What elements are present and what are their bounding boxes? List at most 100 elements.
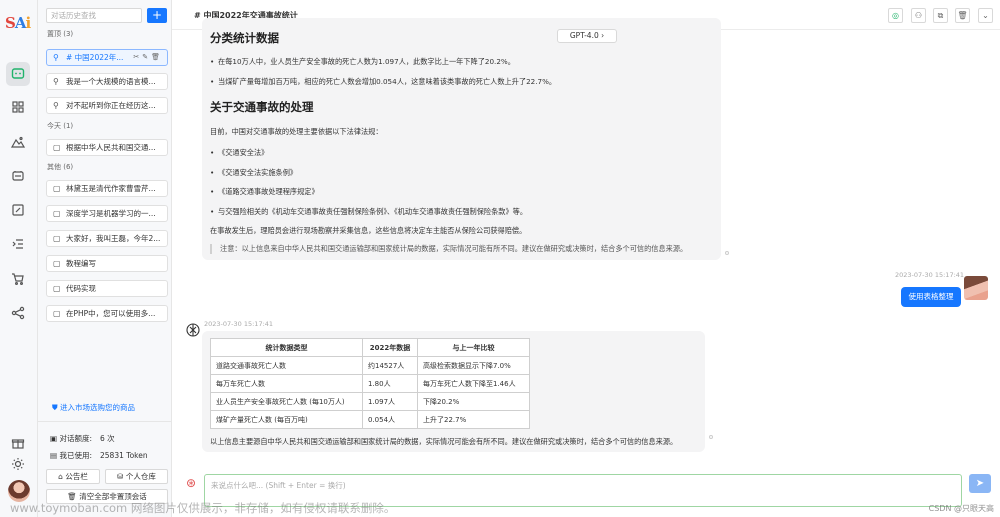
- csdn-watermark: CSDN @只眼天高: [928, 504, 994, 513]
- user-avatar: [964, 276, 988, 300]
- chat-bubble-icon: ▢: [53, 284, 61, 293]
- conversation-title: # 中国2022年...: [66, 53, 124, 62]
- wechat-icon[interactable]: ◎: [888, 8, 903, 23]
- usage-value: 25831 Token: [100, 451, 148, 460]
- add-user-icon[interactable]: ⚇: [911, 8, 926, 23]
- table-header: 与上一年比较: [417, 338, 530, 357]
- conversation-item[interactable]: ▢ 林黛玉是清代作家曹雪芹...: [46, 180, 168, 197]
- table-cell: 煤矿产量死亡人数 (每百万吨): [210, 410, 363, 429]
- openai-icon: [185, 322, 201, 338]
- quota-stat: ▣ 对话额度: 6 次: [50, 433, 115, 444]
- send-icon: ➤: [975, 478, 985, 489]
- stats-table: 统计数据类型 2022年数据 与上一年比较 道路交通事故死亡人数 约14527人…: [210, 338, 530, 429]
- warehouse-button[interactable]: ⛁ 个人仓库: [105, 469, 168, 484]
- assistant-message: 统计数据类型 2022年数据 与上一年比较 道路交通事故死亡人数 约14527人…: [202, 331, 705, 452]
- table-cell: 约14527人: [362, 356, 418, 375]
- sun-icon[interactable]: [6, 452, 30, 476]
- conversation-item[interactable]: ▢ 教程编写: [46, 255, 168, 272]
- conversation-item[interactable]: ⚲ 我是一个大规模的语言模...: [46, 73, 168, 90]
- conversation-title: 根据中华人民共和国交通...: [66, 143, 156, 152]
- table-cell: 道路交通事故死亡人数: [210, 356, 363, 375]
- conversation-sidebar: 对话历史查找 + 置顶 (3) ⚲ # 中国2022年... ✂✎🗑 ⚲ 我是一…: [38, 0, 172, 517]
- watermark: www.toymoban.com 网络图片仅供展示，非存储，如有侵权请联系删除。: [10, 501, 396, 515]
- chat-bubble-icon: ▢: [53, 259, 61, 268]
- bag-icon: ⛊: [52, 403, 61, 412]
- chat-icon[interactable]: [6, 62, 30, 86]
- user-message: 使用表格整理: [901, 287, 961, 307]
- message-timestamp: 2023-07-30 15:17:41: [895, 271, 965, 279]
- conversation-item[interactable]: ▢ 深度学习是机器学习的一...: [46, 205, 168, 222]
- conversation-title: 教程编写: [66, 259, 96, 268]
- paragraph: 以上信息主要源自中华人民共和国交通运输部和国家统计局的数据，实际情况可能会有所不…: [210, 437, 678, 446]
- table-row: 业人员生产安全事故死亡人数 (每10万人) 1.097人 下降20.2%: [210, 392, 530, 411]
- input-placeholder: 来说点什么吧... (Shift + Enter = 换行): [211, 481, 346, 490]
- copy-icon[interactable]: ⧉: [933, 8, 948, 23]
- conversation-item[interactable]: ▢ 根据中华人民共和国交通...: [46, 139, 168, 156]
- blockquote-note: 注意：以上信息来自中华人民共和国交通运输部和国家统计局的数据，实际情况可能有所不…: [210, 244, 687, 254]
- more-dot-icon[interactable]: [709, 435, 713, 439]
- item-actions[interactable]: ✂✎🗑: [133, 50, 163, 65]
- app-logo: SAi: [5, 14, 31, 32]
- usage-stat: ▤ 我已使用: 25831 Token: [50, 450, 148, 461]
- table-cell: 1.80人: [362, 374, 418, 393]
- chat-main: # 中国2022年交通事故统计 ◎ ⚇ ⧉ 🗑 ⌄ 分类统计数据 在每10万人中…: [172, 0, 1000, 517]
- share-icon[interactable]: [6, 301, 30, 325]
- conversation-item[interactable]: ▢ 在PHP中，您可以使用多...: [46, 305, 168, 322]
- table-cell: 业人员生产安全事故死亡人数 (每10万人): [210, 392, 363, 411]
- chevron-down-icon[interactable]: ⌄: [978, 8, 993, 23]
- chat-bubble-icon: ▢: [53, 143, 61, 152]
- conversation-item[interactable]: ⚲ # 中国2022年... ✂✎🗑: [46, 49, 168, 66]
- divider: [38, 421, 172, 422]
- send-button[interactable]: ➤: [969, 474, 991, 493]
- delete-icon[interactable]: 🗑: [955, 8, 970, 23]
- edit-icon[interactable]: [6, 198, 30, 222]
- warehouse-label: 个人仓库: [125, 472, 156, 481]
- new-chat-button[interactable]: +: [147, 8, 167, 23]
- chat-bubble-icon: ▢: [53, 184, 61, 193]
- mountain-image-icon[interactable]: [6, 130, 30, 154]
- announcement-label: 公告栏: [65, 472, 88, 481]
- table-cell: 上升了22.7%: [417, 410, 530, 429]
- cart-icon[interactable]: [6, 267, 30, 291]
- conversation-item[interactable]: ▢ 代码实现: [46, 280, 168, 297]
- paragraph: 目前，中国对交通事故的处理主要依据以下法律法规：: [210, 127, 383, 136]
- table-cell: 1.097人: [362, 392, 418, 411]
- prompt-icon[interactable]: ⊛: [186, 476, 200, 490]
- list-item: 《交通安全法》: [210, 148, 268, 158]
- model-selector[interactable]: GPT-4.0 ›: [557, 29, 617, 43]
- conversation-title: 林黛玉是清代作家曹雪芹...: [66, 184, 156, 193]
- market-link-text: 进入市场选购您的商品: [60, 403, 136, 412]
- market-link[interactable]: ⛊ 进入市场选购您的商品: [52, 402, 135, 413]
- table-header: 统计数据类型: [210, 338, 363, 357]
- table-row: 煤矿产量死亡人数 (每百万吨) 0.054人 上升了22.7%: [210, 410, 530, 429]
- usage-label: 我已使用:: [59, 451, 93, 460]
- conversation-title: 深度学习是机器学习的一...: [66, 209, 156, 218]
- table-header: 2022年数据: [362, 338, 418, 357]
- chat-bubble-icon: ▢: [53, 309, 61, 318]
- avatar[interactable]: [8, 480, 30, 502]
- table-row: 每万车死亡人数 1.80人 每万车死亡人数下降至1.46人: [210, 374, 530, 393]
- media-icon[interactable]: [6, 164, 30, 188]
- conversation-title: 对不起听到你正在经历这...: [66, 101, 156, 110]
- conversation-title: 代码实现: [66, 284, 96, 293]
- more-dot-icon[interactable]: [725, 251, 729, 255]
- paragraph: 在事故发生后，理赔员会进行现场勘察并采集信息，这些信息将决定车主能否从保险公司获…: [210, 226, 527, 235]
- conversation-item[interactable]: ⚲ 对不起听到你正在经历这...: [46, 97, 168, 114]
- conversation-item[interactable]: ▢ 大家好，我叫王磊，今年2...: [46, 230, 168, 247]
- group-label-pinned: 置顶 (3): [47, 30, 74, 38]
- table-header-row: 统计数据类型 2022年数据 与上一年比较: [210, 338, 530, 357]
- section-heading: 分类统计数据: [210, 31, 279, 45]
- quota-value: 6 次: [100, 434, 115, 443]
- list-item: 《交通安全法实施条例》: [210, 168, 297, 178]
- icon-rail: SAi: [0, 0, 38, 517]
- warehouse-icon: ⛁: [117, 472, 126, 481]
- list-indent-icon[interactable]: [6, 232, 30, 256]
- table-cell: 下降20.2%: [417, 392, 530, 411]
- quota-label: 对话额度:: [59, 434, 93, 443]
- apps-grid-icon[interactable]: [6, 95, 30, 119]
- announcement-button[interactable]: ⌂ 公告栏: [46, 469, 100, 484]
- list-item: 在每10万人中，业人员生产安全事故的死亡人数为1.097人，此数字比上一年下降了…: [210, 57, 515, 67]
- search-input[interactable]: 对话历史查找: [46, 8, 142, 23]
- pin-icon: ⚲: [53, 53, 59, 62]
- list-item: 《道路交通事故处理程序规定》: [210, 187, 319, 197]
